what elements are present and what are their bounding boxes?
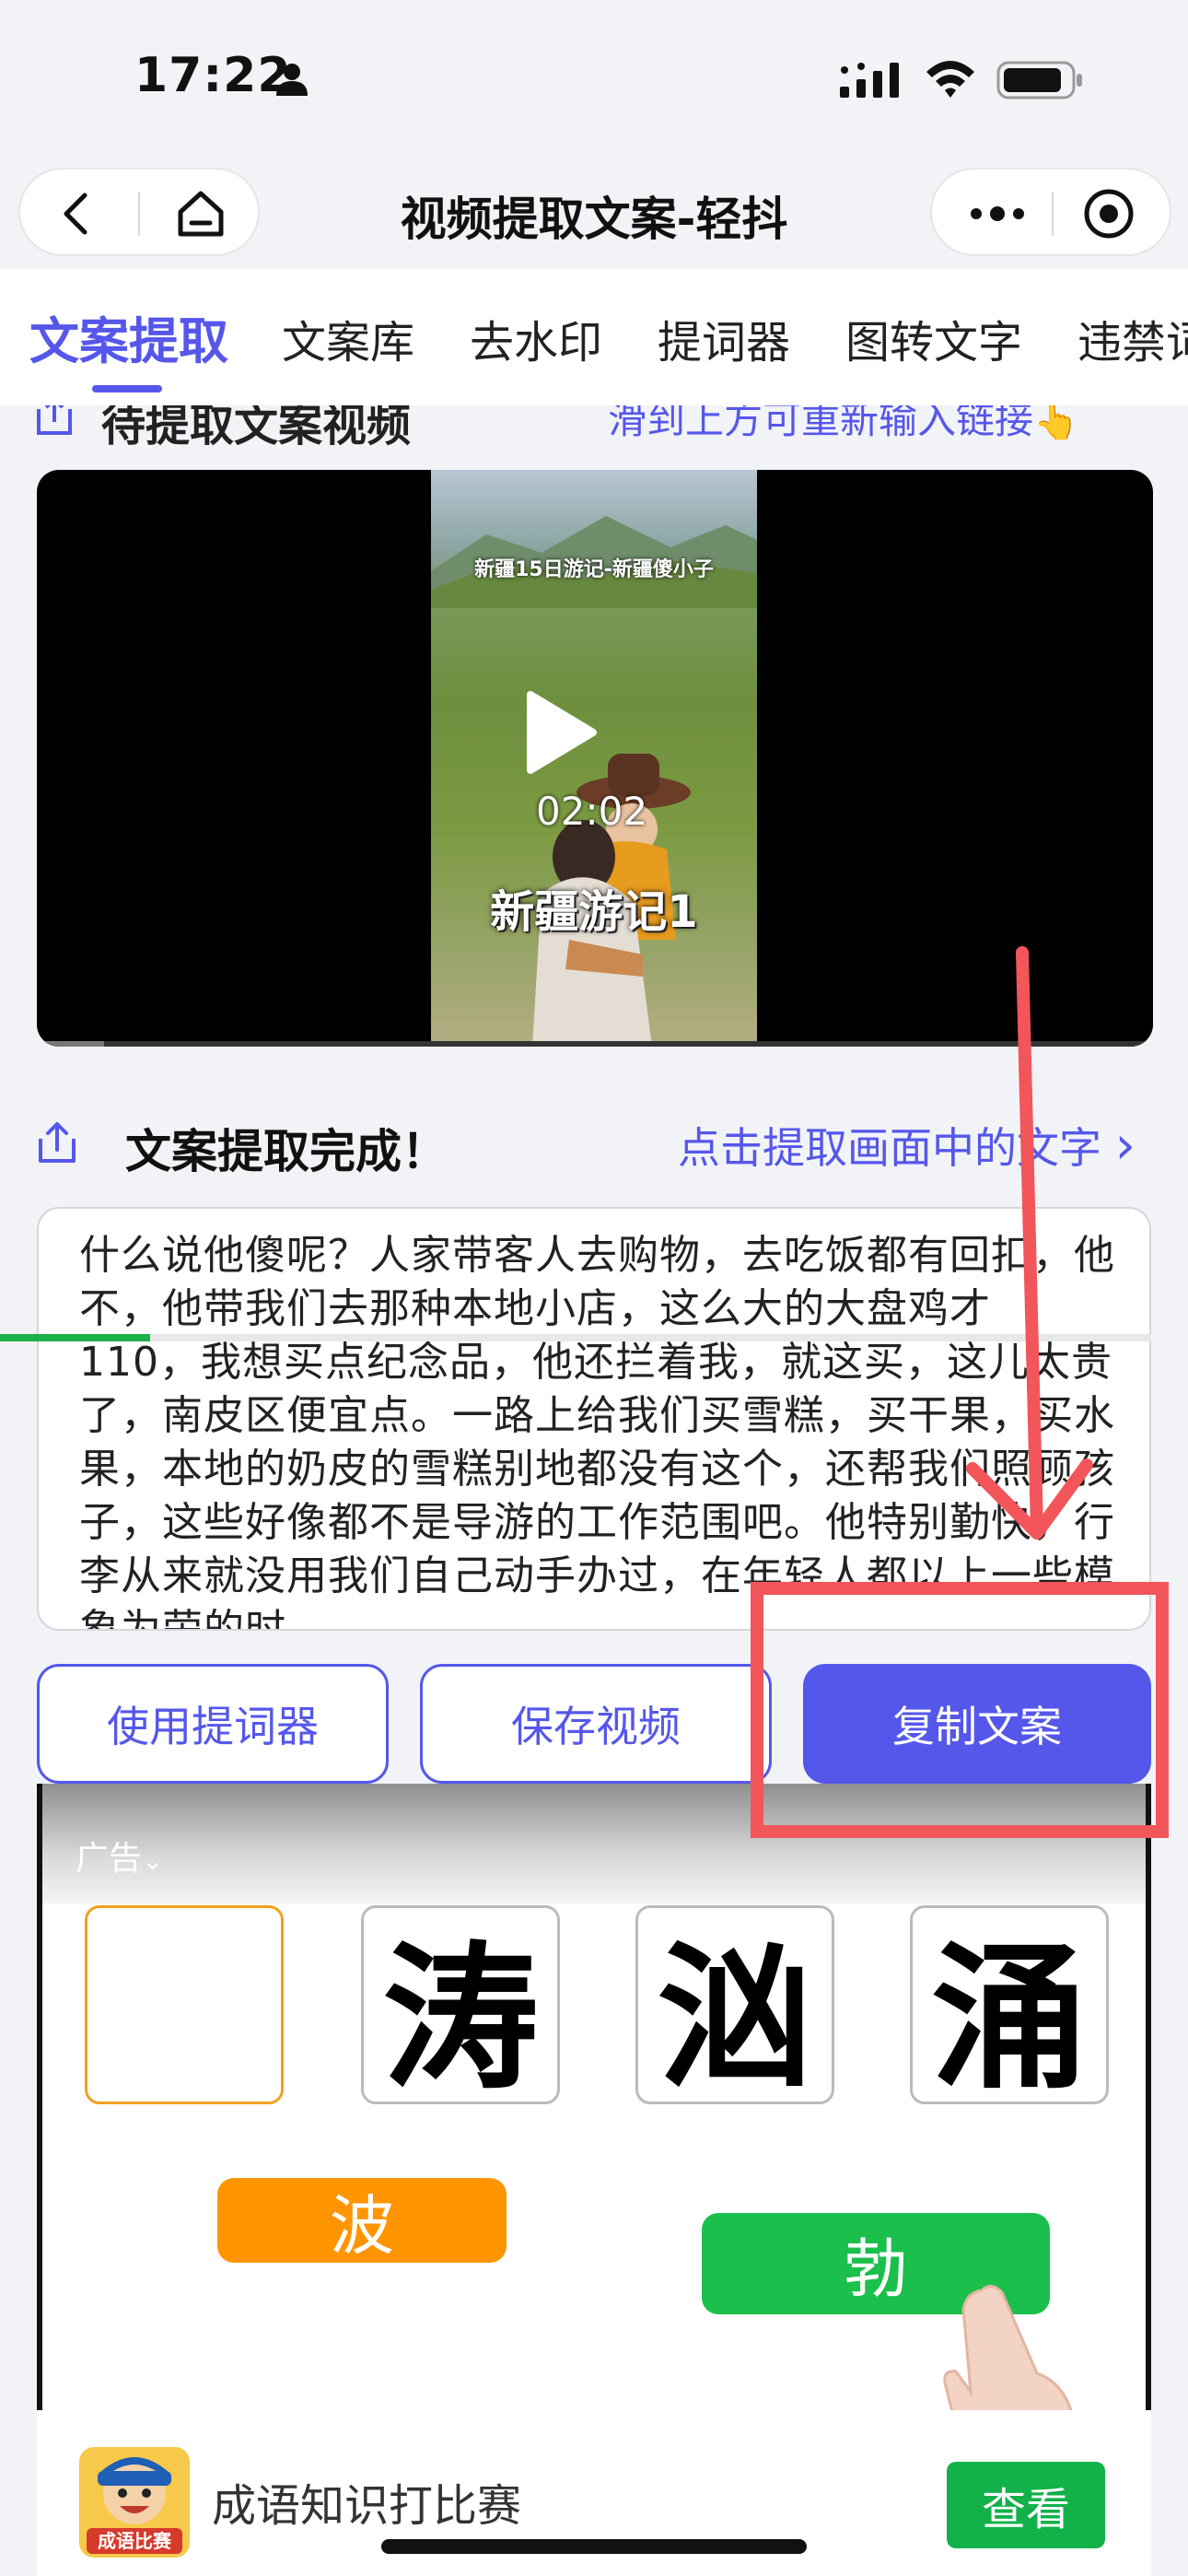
tab-copy-extract[interactable]: 文案提取 (29, 300, 228, 373)
idiom-option-button[interactable]: 波 (217, 2178, 507, 2264)
ad-app-name: 成语知识打比赛 (212, 2480, 522, 2532)
video-section-icon (37, 405, 72, 435)
use-teleprompter-button[interactable]: 使用提词器 (37, 1664, 389, 1784)
tab-active-indicator (92, 385, 162, 392)
more-icon[interactable] (965, 197, 1030, 230)
person-icon (276, 64, 308, 96)
idiom-char-slot: 涌 (910, 1905, 1109, 2111)
video-overlay-title: 新疆游记1 (490, 886, 698, 938)
pointing-hand-icon: 👆 (1033, 405, 1079, 442)
status-bar: 17:22 (0, 0, 1188, 157)
video-duration: 02:02 (536, 789, 648, 834)
app-logo-text: 成语比赛 (98, 2530, 172, 2552)
main-content: 待提取文案视频 滑到上方可重新输入链接👆 新疆15日游记-新疆傻小子 新疆游记1 (0, 405, 1188, 2576)
save-video-button[interactable]: 保存视频 (420, 1664, 772, 1784)
ad-progress-track (0, 1334, 1151, 1341)
nav-capsule-right (930, 168, 1171, 256)
tab-image-to-text[interactable]: 图转文字 (845, 306, 1022, 370)
tab-teleprompter[interactable]: 提词器 (658, 306, 790, 370)
re-input-hint[interactable]: 滑到上方可重新输入链接👆 (608, 405, 1079, 445)
ad-view-button[interactable]: 查看 (947, 2462, 1105, 2548)
video-player[interactable]: 新疆15日游记-新疆傻小子 新疆游记1 02:02 (37, 470, 1153, 1047)
home-indicator (381, 2539, 807, 2554)
signal-icon (840, 63, 899, 98)
video-caption: 新疆15日游记-新疆傻小子 (474, 558, 714, 581)
video-progress-track[interactable] (37, 1041, 1153, 1047)
battery-icon (996, 61, 1082, 100)
play-icon[interactable] (521, 689, 599, 776)
chevron-right-icon: › (1114, 1116, 1136, 1176)
re-input-hint-text: 滑到上方可重新输入链接 (608, 405, 1034, 442)
idiom-char-slot: 汹 (635, 1905, 834, 2111)
ad-progress-fill (0, 1334, 150, 1341)
status-time: 17:22 (134, 48, 292, 103)
idiom-char-slot: 涛 (361, 1905, 560, 2111)
share-icon[interactable] (35, 1120, 79, 1165)
tab-banned-words[interactable]: 违禁词 (1077, 306, 1188, 370)
copy-text-button[interactable]: 复制文案 (803, 1664, 1151, 1784)
video-section-title: 待提取文案视频 (101, 405, 412, 451)
tab-bar: 文案提取 文案库 去水印 提词器 图转文字 违禁词 (0, 269, 1188, 405)
extract-frame-text-link[interactable]: 点击提取画面中的文字 › (678, 1115, 1136, 1176)
extracted-text: 什么说他傻呢？人家带客人去购物，去吃饭都有回扣，他不，他带我们去那种本地小店，这… (79, 1232, 1115, 1631)
result-section-title: 文案提取完成！ (125, 1125, 448, 1178)
app-logo: 成语比赛 (79, 2447, 190, 2558)
chevron-down-icon: ⌄ (142, 1845, 164, 1876)
extracted-text-area[interactable]: 什么说他傻呢？人家带客人去购物，去吃饭都有回扣，他不，他带我们去那种本地小店，这… (37, 1207, 1151, 1631)
tab-copy-library[interactable]: 文案库 (282, 306, 414, 370)
ad-header-gradient: 广告⌄ (42, 1784, 1146, 1903)
tab-remove-watermark[interactable]: 去水印 (470, 306, 602, 370)
ad-tag[interactable]: 广告⌄ (76, 1832, 163, 1879)
nav-bar: 视频提取文案-轻抖 (0, 157, 1188, 267)
wifi-icon (926, 61, 974, 98)
close-miniprogram-icon[interactable] (1081, 186, 1136, 241)
capsule-divider (1052, 192, 1054, 236)
video-progress-fill (37, 1041, 104, 1047)
ad-tag-label: 广告 (76, 1840, 143, 1878)
idiom-char-slot-empty[interactable] (85, 1905, 284, 2104)
extract-frame-text-label: 点击提取画面中的文字 (678, 1123, 1101, 1173)
